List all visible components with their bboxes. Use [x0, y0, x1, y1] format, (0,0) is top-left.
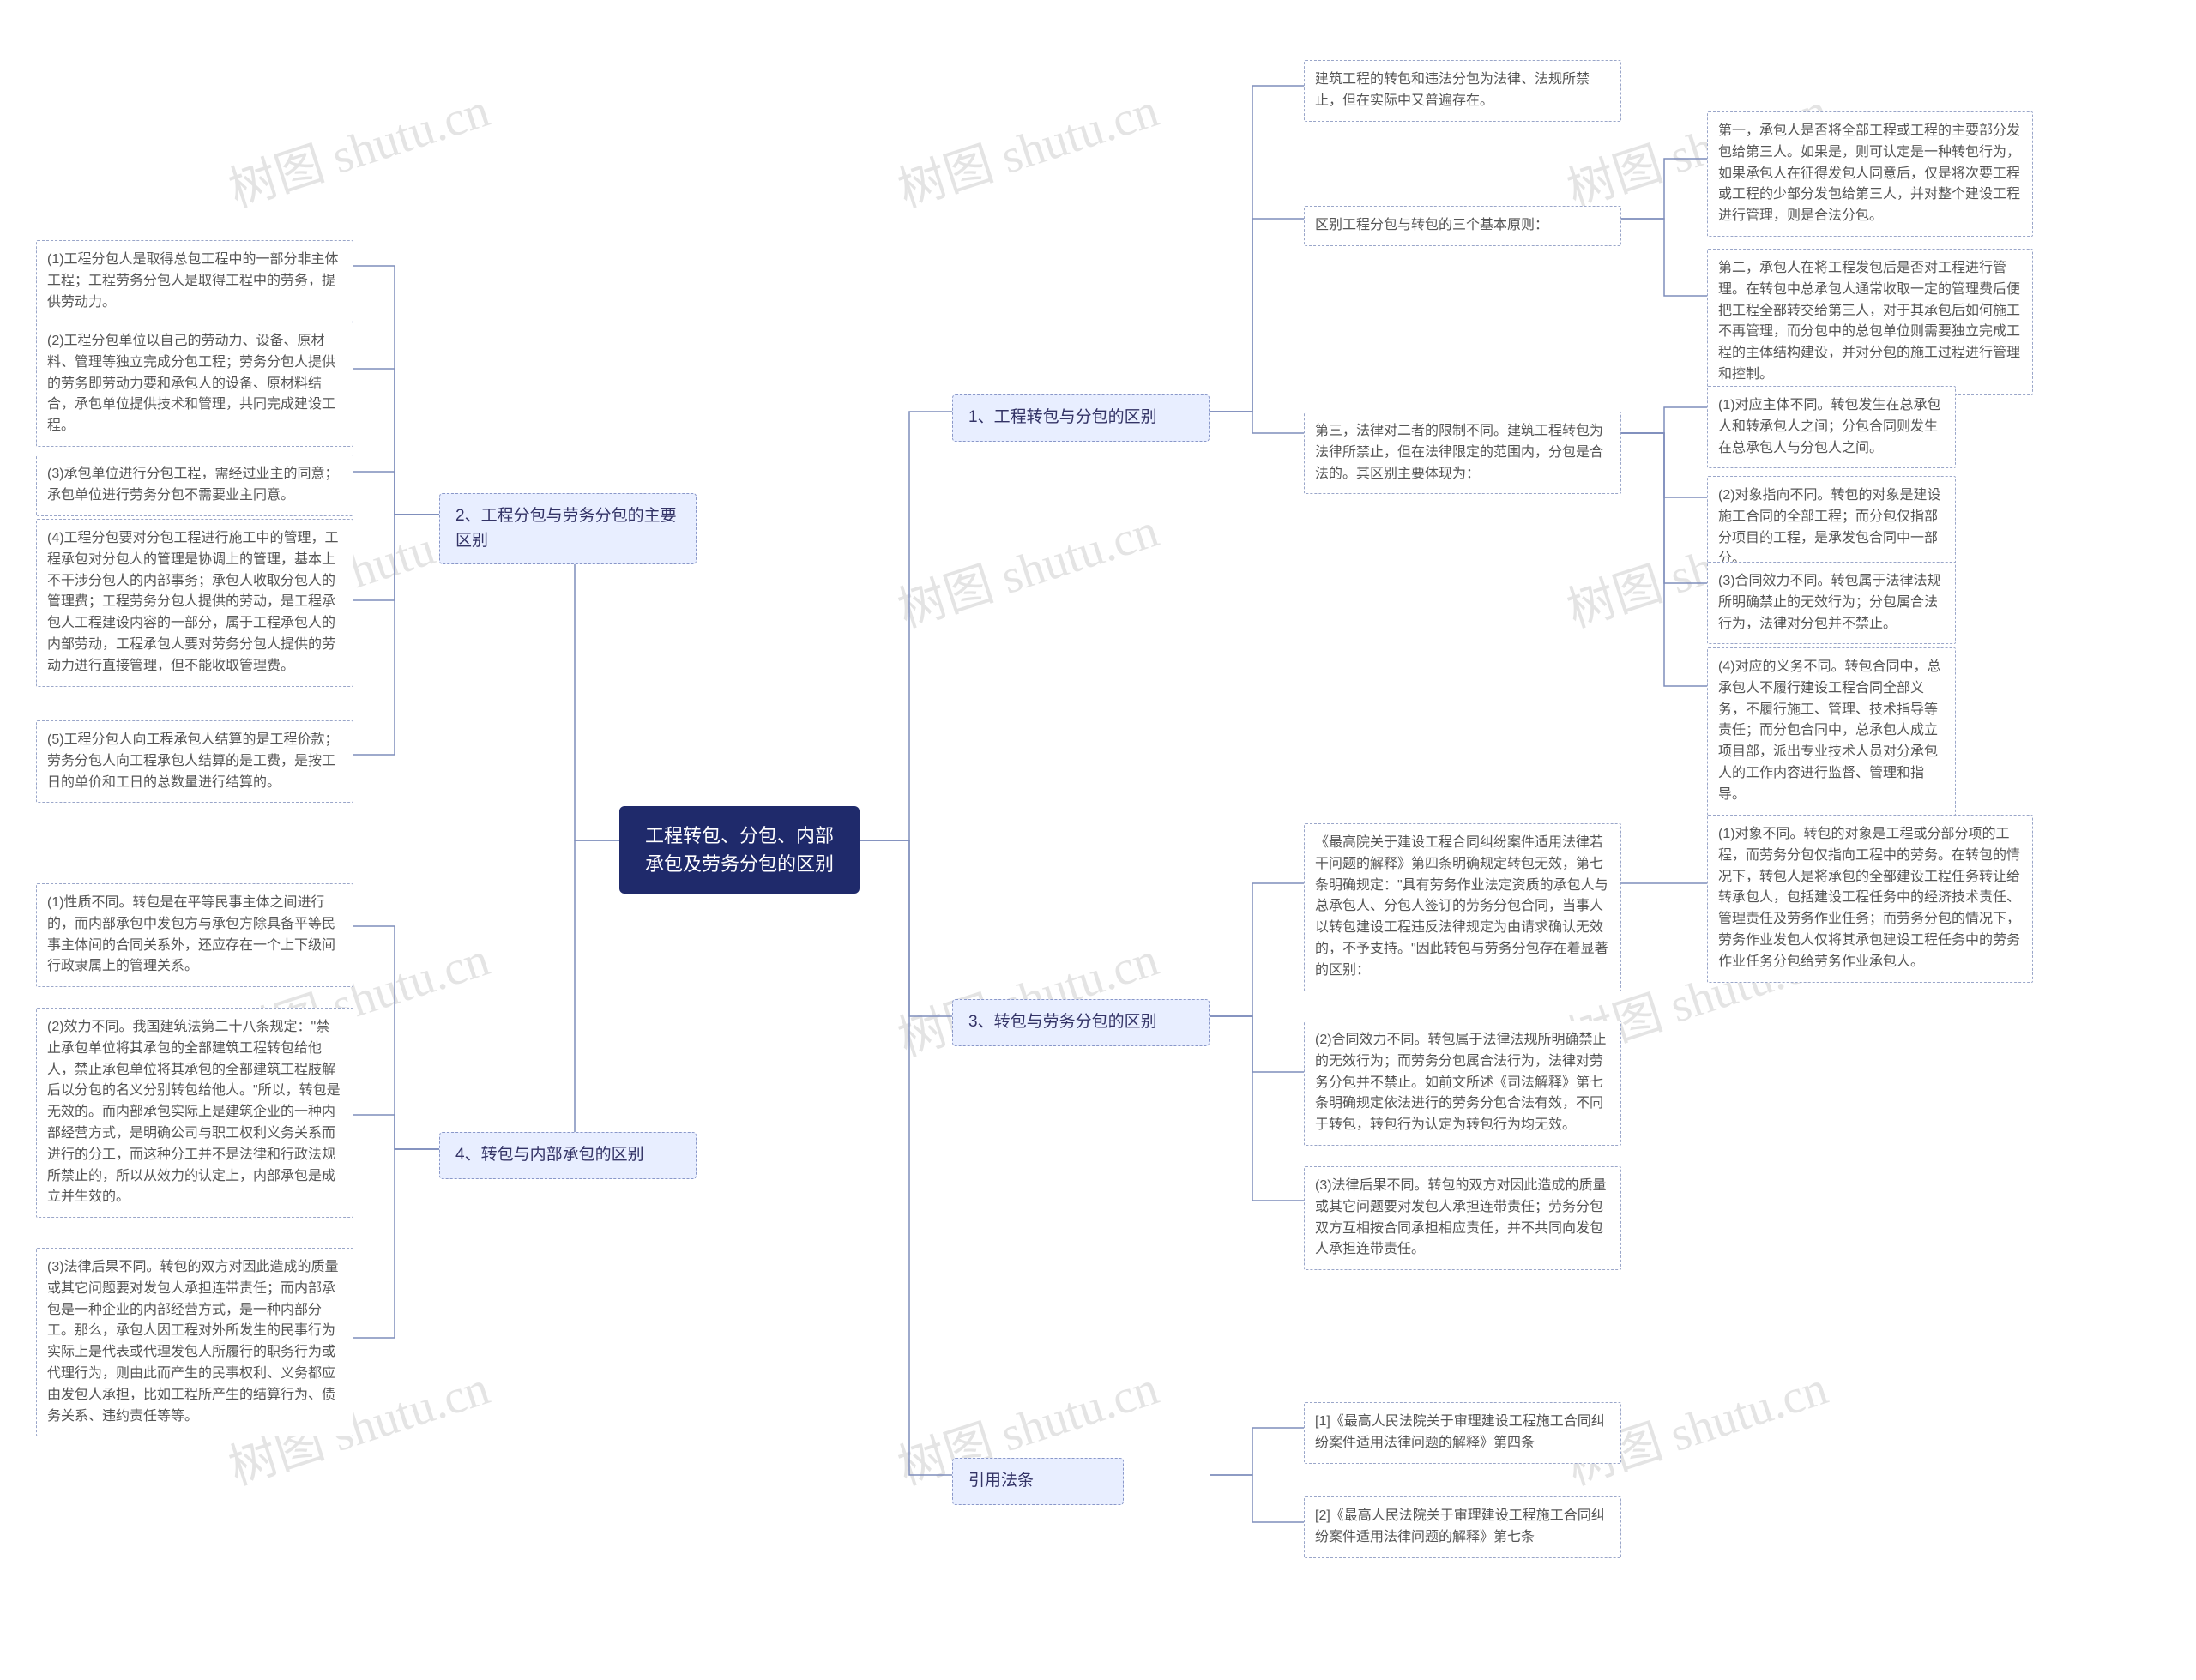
b1-leaf-2b[interactable]: 第二，承包人在将工程发包后是否对工程进行管理。在转包中总承包人通常收取一定的管理… — [1707, 249, 2033, 395]
watermark: 树图 shutu.cn — [888, 920, 1166, 1069]
b1-leaf-intro[interactable]: 建筑工程的转包和违法分包为法律、法规所禁止，但在实际中又普遍存在。 — [1304, 60, 1621, 122]
root-node[interactable]: 工程转包、分包、内部承包及劳务分包的区别 — [619, 806, 860, 894]
watermark: 树图 shutu.cn — [219, 71, 497, 220]
branch-2[interactable]: 2、工程分包与劳务分包的主要区别 — [439, 493, 697, 564]
b5-leaf-2[interactable]: [2]《最高人民法院关于审理建设工程施工合同纠纷案件适用法律问题的解释》第七条 — [1304, 1496, 1621, 1558]
b1-leaf-2c4[interactable]: (4)对应的义务不同。转包合同中，总承包人不履行建设工程合同全部义务，不履行施工… — [1707, 647, 1956, 816]
b5-leaf-1[interactable]: [1]《最高人民法院关于审理建设工程施工合同纠纷案件适用法律问题的解释》第四条 — [1304, 1402, 1621, 1464]
watermark: 树图 shutu.cn — [888, 71, 1166, 220]
b2-leaf-1[interactable]: (1)工程分包人是取得总包工程中的一部分非主体工程；工程劳务分包人是取得工程中的… — [36, 240, 353, 322]
b1-leaf-2c1[interactable]: (1)对应主体不同。转包发生在总承包人和转承包人之间；分包合同则发生在总承包人与… — [1707, 386, 1956, 468]
b3-leaf-1b[interactable]: (2)合同效力不同。转包属于法律法规所明确禁止的无效行为；而劳务分包属合法行为，… — [1304, 1021, 1621, 1146]
branch-4[interactable]: 4、转包与内部承包的区别 — [439, 1132, 697, 1179]
b1-leaf-2c3[interactable]: (3)合同效力不同。转包属于法律法规所明确禁止的无效行为；分包属合法行为，法律对… — [1707, 562, 1956, 644]
b1-leaf-2a[interactable]: 第一，承包人是否将全部工程或工程的主要部分发包给第三人。如果是，则可认定是一种转… — [1707, 111, 2033, 237]
b1-leaf-third[interactable]: 第三，法律对二者的限制不同。建筑工程转包为法律所禁止，但在法律限定的范围内，分包… — [1304, 412, 1621, 494]
b3-leaf-intro[interactable]: 《最高院关于建设工程合同纠纷案件适用法律若干问题的解释》第四条明确规定转包无效，… — [1304, 823, 1621, 991]
b4-leaf-1[interactable]: (1)性质不同。转包是在平等民事主体之间进行的，而内部承包中发包方与承包方除具备… — [36, 883, 353, 987]
b4-leaf-2[interactable]: (2)效力不同。我国建筑法第二十八条规定："禁止承包单位将其承包的全部建筑工程转… — [36, 1008, 353, 1218]
b3-leaf-1c[interactable]: (3)法律后果不同。转包的双方对因此造成的质量或其它问题要对发包人承担连带责任；… — [1304, 1166, 1621, 1270]
b3-leaf-1a[interactable]: (1)对象不同。转包的对象是工程或分部分项的工程，而劳务分包仅指向工程中的劳务。… — [1707, 815, 2033, 983]
b2-leaf-3[interactable]: (3)承包单位进行分包工程，需经过业主的同意；承包单位进行劳务分包不需要业主同意… — [36, 455, 353, 516]
b4-leaf-3[interactable]: (3)法律后果不同。转包的双方对因此造成的质量或其它问题要对发包人承担连带责任；… — [36, 1248, 353, 1436]
b2-leaf-2[interactable]: (2)工程分包单位以自己的劳动力、设备、原材料、管理等独立完成分包工程；劳务分包… — [36, 322, 353, 447]
b2-leaf-5[interactable]: (5)工程分包人向工程承包人结算的是工程价款；劳务分包人向工程承包人结算的是工费… — [36, 720, 353, 803]
b1-leaf-principles[interactable]: 区别工程分包与转包的三个基本原则： — [1304, 206, 1621, 246]
watermark: 树图 shutu.cn — [888, 491, 1166, 641]
branch-5[interactable]: 引用法条 — [952, 1458, 1124, 1505]
branch-1[interactable]: 1、工程转包与分包的区别 — [952, 394, 1210, 442]
branch-3[interactable]: 3、转包与劳务分包的区别 — [952, 999, 1210, 1046]
b2-leaf-4[interactable]: (4)工程分包要对分包工程进行施工中的管理，工程承包对分包人的管理是协调上的管理… — [36, 519, 353, 687]
